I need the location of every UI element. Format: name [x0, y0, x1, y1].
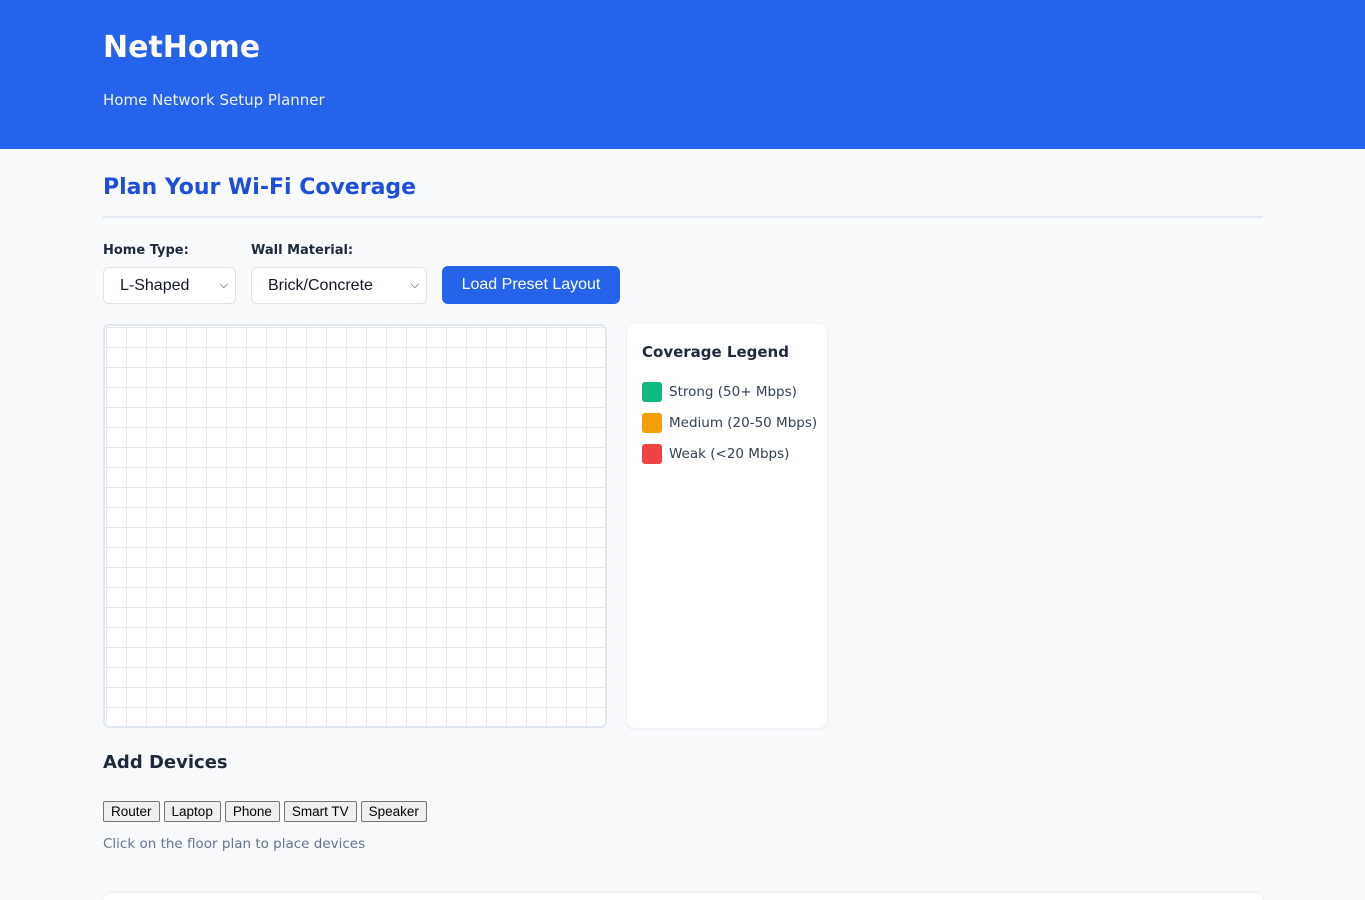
legend-label: Weak (<20 Mbps): [669, 446, 790, 462]
placement-hint: Click on the floor plan to place devices: [103, 836, 366, 852]
legend-item-strong: Strong (50+ Mbps): [642, 382, 797, 402]
home-type-select[interactable]: L-Shaped ⌵: [103, 267, 236, 304]
home-type-label: Home Type:: [103, 243, 189, 258]
page-title: Plan Your Wi-Fi Coverage: [103, 175, 417, 200]
add-router-button[interactable]: Router: [103, 801, 160, 822]
wall-material-select[interactable]: Brick/Concrete ⌵: [251, 267, 427, 304]
strong-swatch: [642, 382, 662, 402]
home-type-value: L-Shaped: [120, 277, 190, 294]
add-laptop-button[interactable]: Laptop: [163, 801, 221, 822]
floor-plan-grid[interactable]: [103, 324, 607, 728]
legend-item-weak: Weak (<20 Mbps): [642, 444, 789, 464]
legend-label: Strong (50+ Mbps): [669, 384, 797, 400]
brand-tagline: Home Network Setup Planner: [103, 91, 325, 109]
add-speaker-button[interactable]: Speaker: [360, 801, 427, 822]
add-phone-button[interactable]: Phone: [224, 801, 280, 822]
wall-material-label: Wall Material:: [251, 243, 354, 258]
add-devices-title: Add Devices: [103, 752, 228, 773]
medium-swatch: [642, 413, 662, 433]
chevron-down-icon: ⌵: [410, 279, 419, 291]
legend-title: Coverage Legend: [642, 343, 789, 361]
weak-swatch: [642, 444, 662, 464]
add-smart-tv-button[interactable]: Smart TV: [283, 801, 357, 822]
load-preset-button[interactable]: Load Preset Layout: [442, 266, 620, 304]
title-divider: [103, 216, 1263, 218]
brand-title: NetHome: [103, 30, 261, 65]
results-panel: [103, 893, 1263, 900]
device-buttons: Router Laptop Phone Smart TV Speaker: [103, 801, 427, 822]
wall-material-value: Brick/Concrete: [268, 277, 373, 294]
legend-item-medium: Medium (20-50 Mbps): [642, 413, 817, 433]
legend-label: Medium (20-50 Mbps): [669, 415, 818, 431]
chevron-down-icon: ⌵: [219, 279, 228, 291]
coverage-legend: Coverage Legend Strong (50+ Mbps) Medium…: [627, 324, 827, 728]
app-header: NetHome Home Network Setup Planner: [0, 0, 1365, 149]
